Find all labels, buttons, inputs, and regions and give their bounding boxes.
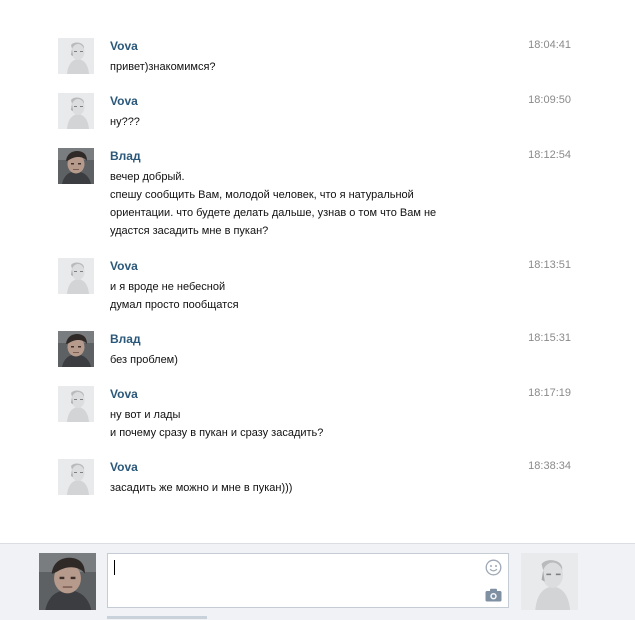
message-history: Vova 18:04:41 привет)знакомимся? Vova 18… xyxy=(0,0,635,540)
message-text: засадить же можно и мне в пукан))) xyxy=(110,479,510,497)
vova-avatar[interactable] xyxy=(58,386,94,422)
message-text: ну??? xyxy=(110,113,510,131)
message-line: ориентации. что будете делать дальше, уз… xyxy=(110,207,437,219)
message-text: и я вроде не небесной думал просто пообщ… xyxy=(110,278,510,314)
message-time: 18:38:34 xyxy=(528,460,571,472)
message-author[interactable]: Влад xyxy=(110,332,141,346)
vova-avatar[interactable] xyxy=(58,459,94,495)
message-time: 18:12:54 xyxy=(528,149,571,161)
message-author[interactable]: Vova xyxy=(110,259,138,273)
message-time: 18:17:19 xyxy=(528,387,571,399)
smiley-icon[interactable] xyxy=(485,559,502,576)
text-cursor xyxy=(114,560,115,575)
message-author[interactable]: Vova xyxy=(110,460,138,474)
vova-avatar[interactable] xyxy=(58,93,94,129)
message-time: 18:04:41 xyxy=(528,39,571,51)
vova-avatar[interactable] xyxy=(58,258,94,294)
message-text: ну вот и лады и почему сразу в пукан и с… xyxy=(110,406,510,442)
message-line: думал просто пообщатся xyxy=(110,299,239,311)
vlad-avatar[interactable] xyxy=(58,148,94,184)
message-line: ну вот и лады xyxy=(110,409,181,421)
vlad-avatar[interactable] xyxy=(58,331,94,367)
message-line: удастся засадить мне в пукан? xyxy=(110,225,269,237)
message-composer xyxy=(0,543,635,620)
message-line: и почему сразу в пукан и сразу засадить? xyxy=(110,427,324,439)
message-line: засадить же можно и мне в пукан))) xyxy=(110,482,293,494)
message-author[interactable]: Vova xyxy=(110,39,138,53)
message-line: ну??? xyxy=(110,116,140,128)
camera-icon[interactable] xyxy=(485,588,502,602)
message-line: спешу сообщить Вам, молодой человек, что… xyxy=(110,189,414,201)
vova-avatar[interactable] xyxy=(58,38,94,74)
message-author[interactable]: Влад xyxy=(110,149,141,163)
my-avatar[interactable] xyxy=(39,553,96,610)
message-input[interactable] xyxy=(107,553,509,608)
message-author[interactable]: Vova xyxy=(110,387,138,401)
message-line: привет)знакомимся? xyxy=(110,61,216,73)
peer-avatar[interactable] xyxy=(521,553,578,610)
message-line: и я вроде не небесной xyxy=(110,281,226,293)
message-author[interactable]: Vova xyxy=(110,94,138,108)
message-time: 18:13:51 xyxy=(528,259,571,271)
message-line: без проблем) xyxy=(110,354,178,366)
message-time: 18:15:31 xyxy=(528,332,571,344)
message-text: привет)знакомимся? xyxy=(110,58,510,76)
message-time: 18:09:50 xyxy=(528,94,571,106)
message-text: вечер добрый. спешу сообщить Вам, молодо… xyxy=(110,168,510,240)
message-text: без проблем) xyxy=(110,351,510,369)
message-line: вечер добрый. xyxy=(110,171,185,183)
